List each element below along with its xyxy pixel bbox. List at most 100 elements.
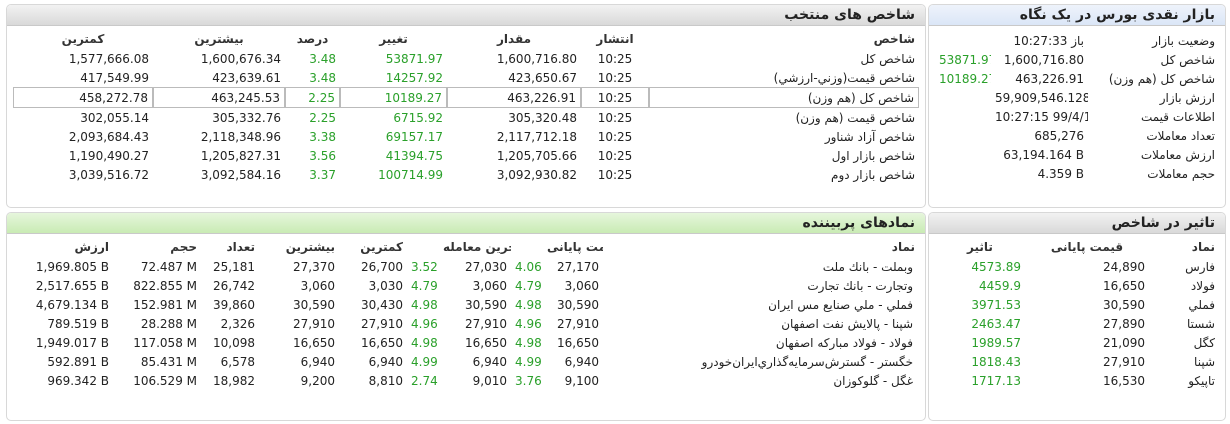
symbol-last-percent: 4.96 [411, 316, 438, 331]
index-time: 10:25 [597, 167, 633, 182]
impact-symbol: فملي [1188, 297, 1215, 312]
market-overview-table: باز 10:27:33 وضعیت بازار 53871.97 1,600,716… [935, 31, 1219, 183]
index-min: 417,549.99 [80, 70, 149, 85]
index-value: 423,650.67 [508, 70, 577, 85]
symbol-last-percent: 4.98 [411, 335, 438, 350]
table-row[interactable]: 1,190,490.27 1,205,827.31 3.56 41394.75 1,20… [13, 146, 919, 165]
market-row: 685,276 تعداد معاملات [935, 126, 1219, 145]
table-row[interactable]: 4459.9 16,650 فولاد [935, 276, 1219, 295]
symbol-min: 6,940 [368, 354, 403, 369]
table-row[interactable]: 1989.57 21,090 کگل [935, 333, 1219, 352]
market-overview-panel: بازار نقدی بورس در یک نگاه باز 10:27:33 و… [928, 4, 1226, 208]
symbol-name: شپنا - پالايش نفت اصفهان [781, 316, 913, 331]
symbol-last-price: 27,910 [465, 316, 507, 331]
column-header: انتشار [596, 32, 634, 46]
market-row-change [935, 126, 991, 145]
index-min: 3,039,516.72 [68, 167, 149, 182]
index-time: 10:25 [597, 129, 633, 144]
column-header: نماد [891, 240, 915, 254]
impact-close-price: 30,590 [1103, 297, 1145, 312]
symbol-close-percent: 4.79 [515, 278, 542, 293]
table-row[interactable]: 789.519 B 28.288 M 2,326 27,910 27,910 4.96 27… [13, 314, 919, 333]
symbol-close-price: 6,940 [564, 354, 599, 369]
table-row[interactable]: 417,549.99 423,639.61 3.48 14257.92 423,650.… [13, 68, 919, 87]
market-row-value: باز 10:27:33 [1013, 33, 1084, 48]
market-row-label: وضعیت بازار [1152, 33, 1215, 48]
index-impact-panel: تاثیر در شاخص تاثیر قیمت پایانی نماد 4573.… [928, 212, 1226, 421]
symbol-close-price: 30,590 [557, 297, 599, 312]
table-row[interactable]: 3,039,516.72 3,092,584.16 3.37 100714.99 3,0… [13, 165, 919, 184]
symbol-max: 30,590 [293, 297, 335, 312]
most-visited-table: ارزش حجم تعداد بیشترین کمترین آخرین معامله قیم… [13, 237, 919, 390]
impact-close-price: 16,530 [1103, 373, 1145, 388]
table-row[interactable]: 2,093,684.43 2,118,348.96 3.38 69157.17 2,11… [13, 127, 919, 146]
symbol-name: فملي - ملي صنايع مس ايران [768, 297, 913, 312]
column-header: کمترین [360, 240, 403, 254]
symbol-trade-count: 39,860 [213, 297, 255, 312]
symbol-volume: 822.855 M [133, 278, 197, 293]
column-header: درصد [296, 32, 329, 46]
index-min: 458,272.78 [13, 87, 153, 108]
column-header: مقدار [496, 32, 532, 46]
market-row-change [935, 31, 991, 50]
index-value: 305,320.48 [508, 110, 577, 125]
market-row-change: 53871.97 [939, 52, 991, 67]
index-max: 463,245.53 [153, 87, 285, 108]
symbol-name: خگستر - گسترش‌سرمايه‌گذاري‌ايران‌خودرو [701, 354, 913, 369]
table-row[interactable]: 2,517.655 B 822.855 M 26,742 3,060 3,030 4.79… [13, 276, 919, 295]
symbol-volume: 106.529 M [133, 373, 197, 388]
index-percent: 3.56 [309, 148, 336, 163]
table-row[interactable]: 2463.47 27,890 شستا [935, 314, 1219, 333]
table-row[interactable]: 969.342 B 106.529 M 18,982 9,200 8,810 2.74 9,… [13, 371, 919, 390]
symbol-trade-value: 1,969.805 B [35, 259, 109, 274]
symbol-trade-count: 25,181 [213, 259, 255, 274]
symbol-volume: 117.058 M [133, 335, 197, 350]
symbol-close-price: 16,650 [557, 335, 599, 350]
market-row-label: ارزش معاملات [1140, 147, 1215, 162]
table-row[interactable]: 3971.53 30,590 فملي [935, 295, 1219, 314]
impact-close-price: 24,890 [1103, 259, 1145, 274]
symbol-trade-value: 592.891 B [47, 354, 109, 369]
column-header: کمترین [61, 32, 105, 46]
symbol-min: 3,030 [368, 278, 403, 293]
impact-symbol: شستا [1186, 316, 1215, 331]
index-percent: 2.25 [309, 110, 336, 125]
index-name: شاخص قیمت(وزني-ارزشي) [773, 70, 915, 85]
table-row[interactable]: 4,679.134 B 152.981 M 39,860 30,590 30,430 4.… [13, 295, 919, 314]
symbol-close-percent: 4.06 [515, 259, 542, 274]
symbol-close-price: 3,060 [564, 278, 599, 293]
table-row[interactable]: 1,577,666.08 1,600,676.34 3.48 53871.97 1,60… [13, 49, 919, 68]
table-row[interactable]: 1717.13 16,530 تاپيکو [935, 371, 1219, 390]
impact-value: 4573.89 [971, 259, 1021, 274]
symbol-close-price: 27,910 [557, 316, 599, 331]
market-row-change [935, 164, 991, 183]
column-header: ارزش [74, 240, 110, 254]
symbol-trade-value: 4,679.134 B [35, 297, 109, 312]
symbol-close-percent: 4.98 [515, 335, 542, 350]
index-name: شاخص کل [860, 51, 915, 66]
table-row[interactable]: 592.891 B 85.431 M 6,578 6,940 6,940 4.99 6,94… [13, 352, 919, 371]
index-impact-table: تاثیر قیمت پایانی نماد 4573.89 24,890 فارس 44… [935, 237, 1219, 390]
index-max: 1,205,827.31 [200, 148, 281, 163]
column-header: تاثیر [967, 240, 993, 254]
index-time: 10:25 [581, 87, 649, 108]
symbol-last-price: 27,030 [465, 259, 507, 274]
table-row[interactable]: 302,055.14 305,332.76 2.25 6715.92 305,320.4… [13, 108, 919, 127]
table-row[interactable]: 1,969.805 B 72.487 M 25,181 27,370 26,700 3.5… [13, 257, 919, 276]
symbol-trade-count: 2,326 [220, 316, 255, 331]
symbol-name: فولاد - فولاد مباركه اصفهان [775, 335, 913, 350]
symbol-max: 27,370 [293, 259, 335, 274]
symbol-name: غگل - گلوكوزان [833, 373, 913, 388]
market-row-label: ارزش بازار [1159, 90, 1215, 105]
index-value: 3,092,930.82 [496, 167, 577, 182]
table-row[interactable]: 1,949.017 B 117.058 M 10,098 16,650 16,650 4.… [13, 333, 919, 352]
index-change: 53871.97 [385, 51, 443, 66]
index-name: شاخص بازار دوم [831, 167, 915, 182]
symbol-max: 16,650 [293, 335, 335, 350]
table-row[interactable]: 458,272.78 463,245.53 2.25 10189.27 463,226.… [13, 87, 919, 108]
market-row: 4.359 B حجم معاملات [935, 164, 1219, 183]
symbol-trade-count: 26,742 [213, 278, 255, 293]
table-row[interactable]: 1818.43 27,910 شپنا [935, 352, 1219, 371]
market-row-label: تعداد معاملات [1146, 128, 1215, 143]
table-row[interactable]: 4573.89 24,890 فارس [935, 257, 1219, 276]
